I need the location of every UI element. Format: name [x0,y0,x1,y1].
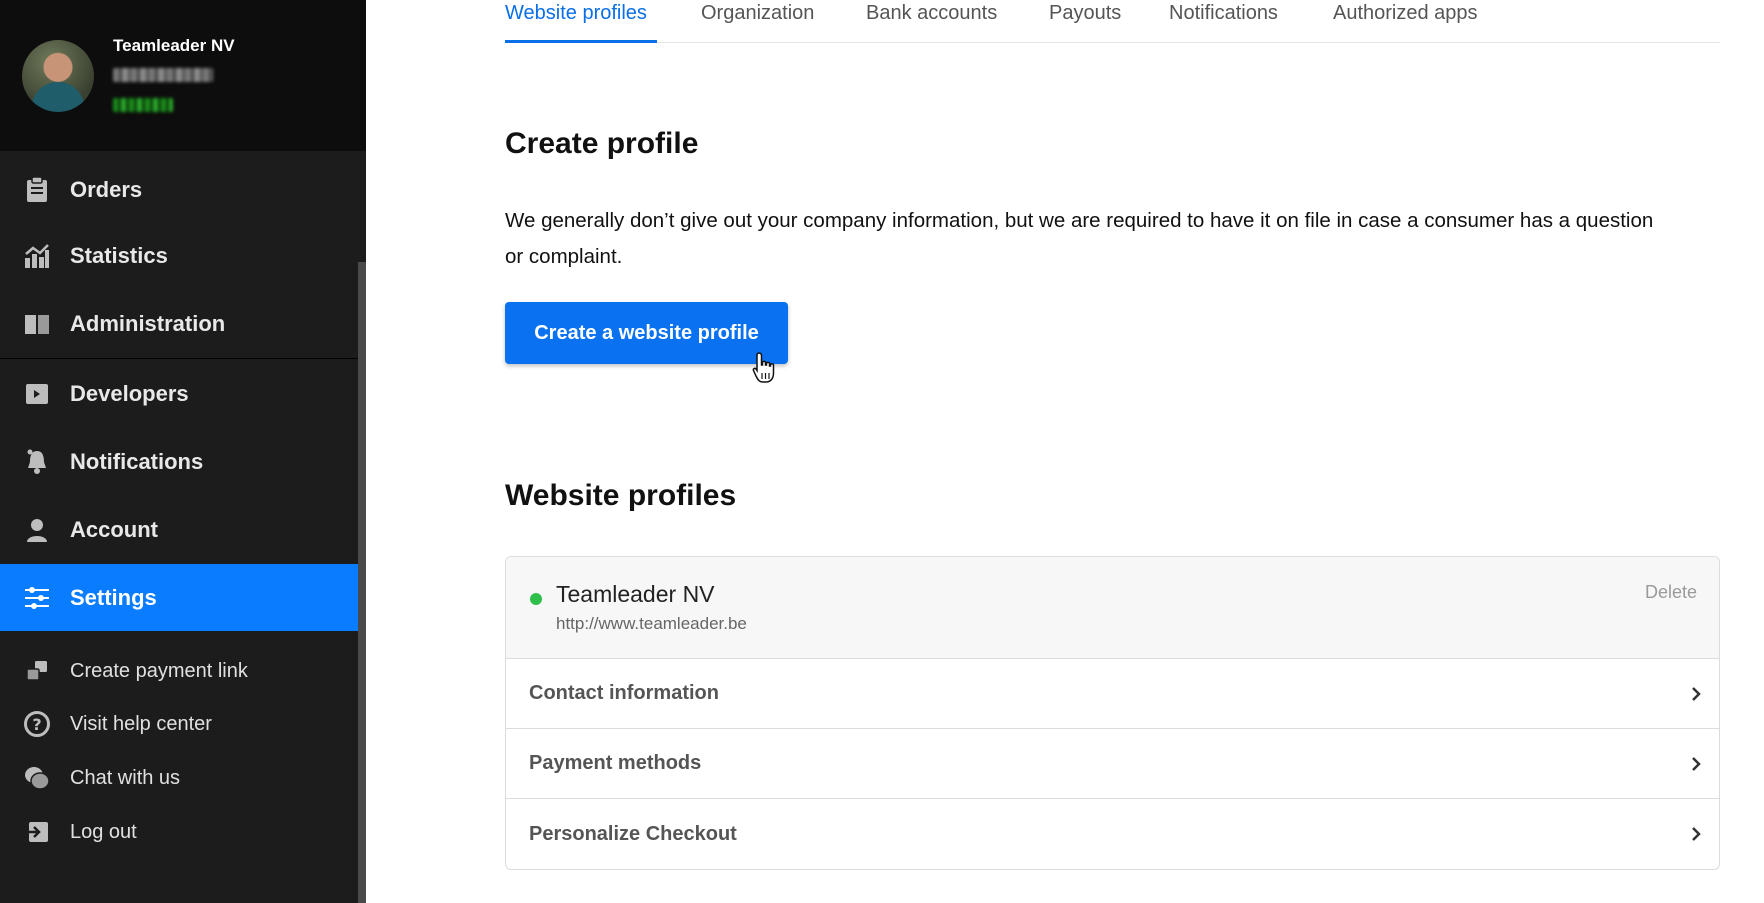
chart-icon [23,242,51,270]
row-contact-information[interactable]: Contact information [506,659,1719,729]
sidebar-item-orders[interactable]: Orders [0,156,358,224]
sidebar-item-label: Log out [70,820,137,843]
link-icon [23,657,51,685]
sidebar-item-chat[interactable]: Chat with us [0,751,358,805]
active-tab-indicator [505,40,657,43]
row-label: Payment methods [529,752,702,774]
chat-icon [23,764,51,792]
tab-notifications[interactable]: Notifications [1169,2,1278,25]
redacted-account-id [113,68,213,82]
sidebar-item-statistics[interactable]: Statistics [0,222,358,290]
chevron-right-icon [1692,827,1701,841]
sidebar-divider [0,358,358,359]
chevron-right-icon [1692,687,1701,701]
sliders-icon [23,584,51,612]
bell-icon [23,448,51,476]
create-profile-description: We generally don’t give out your company… [505,209,1654,268]
sidebar-scrollbar-thumb[interactable] [358,262,366,903]
sidebar-item-label: Notifications [70,449,204,474]
sidebar-item-administration[interactable]: Administration [0,290,358,358]
profile-url: http://www.teamleader.be [556,614,747,633]
sidebar-item-settings[interactable]: Settings [0,564,358,631]
sidebar-item-label: Account [70,517,158,542]
sidebar-item-create-payment-link[interactable]: Create payment link [0,644,358,698]
avatar [22,40,94,112]
account-name: Teamleader NV [113,36,235,55]
create-website-profile-button[interactable]: Create a website profile [505,302,788,364]
sidebar-item-label: Statistics [70,243,168,268]
account-header[interactable]: Teamleader NV [0,0,366,151]
redacted-balance [113,98,173,112]
tab-authorized-apps[interactable]: Authorized apps [1333,2,1478,25]
status-dot [530,593,542,605]
create-profile-heading: Create profile [505,127,699,160]
sidebar-item-label: Settings [70,584,157,610]
row-label: Contact information [529,682,719,704]
tab-website-profiles[interactable]: Website profiles [505,2,647,25]
profile-card-header: Teamleader NV http://www.teamleader.be D… [506,557,1719,659]
sidebar-item-label: Chat with us [70,766,181,789]
sidebar-item-label: Visit help center [70,712,212,735]
tab-payouts[interactable]: Payouts [1049,2,1121,25]
sidebar-item-label: Orders [70,177,143,202]
profile-name: Teamleader NV [556,581,715,607]
website-profiles-heading: Website profiles [505,479,737,512]
tab-organization[interactable]: Organization [701,2,814,25]
user-icon [23,516,51,544]
row-label: Personalize Checkout [529,822,737,845]
hand-cursor-icon [752,352,775,383]
chevron-right-icon [1692,757,1701,771]
sidebar-item-label: Create payment link [70,659,248,682]
tab-bank-accounts[interactable]: Bank accounts [866,2,997,25]
code-icon [23,380,51,408]
sidebar-item-label: Administration [70,311,226,336]
sidebar-item-logout[interactable]: Log out [0,805,358,859]
delete-profile-link[interactable]: Delete [1645,582,1697,603]
row-payment-methods[interactable]: Payment methods [506,729,1719,799]
sidebar-item-label: Developers [70,381,189,406]
sidebar: Teamleader NV Orders Statistics Administ… [0,0,366,903]
book-icon [23,310,51,338]
sidebar-item-developers[interactable]: Developers [0,360,358,428]
svg-text:?: ? [32,715,41,734]
settings-tabs: Website profiles Organization Bank accou… [505,0,1720,43]
sidebar-item-notifications[interactable]: Notifications [0,428,358,496]
sidebar-item-help-center[interactable]: ? Visit help center [0,697,358,751]
help-icon: ? [23,710,51,738]
clipboard-icon [23,176,51,204]
website-profile-card: Teamleader NV http://www.teamleader.be D… [505,556,1720,870]
row-personalize-checkout[interactable]: Personalize Checkout [506,799,1719,869]
sidebar-item-account[interactable]: Account [0,496,358,564]
logout-icon [23,818,51,846]
